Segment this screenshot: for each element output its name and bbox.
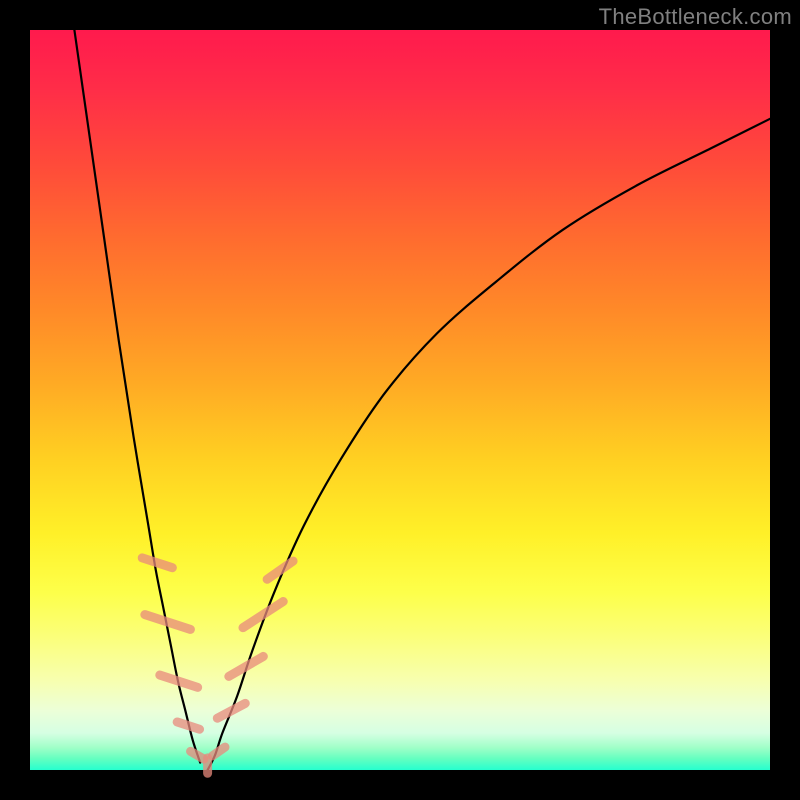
chart-svg xyxy=(30,30,770,770)
marker-9 xyxy=(237,595,290,634)
curve-right-branch xyxy=(208,119,770,770)
plot-area xyxy=(30,30,770,770)
marker-8 xyxy=(223,650,270,682)
marker-7 xyxy=(211,697,251,724)
watermark-text: TheBottleneck.com xyxy=(599,4,792,30)
marker-0 xyxy=(137,552,178,573)
marker-2 xyxy=(154,669,203,693)
chart-container: TheBottleneck.com xyxy=(0,0,800,800)
curve-left-branch xyxy=(74,30,200,763)
